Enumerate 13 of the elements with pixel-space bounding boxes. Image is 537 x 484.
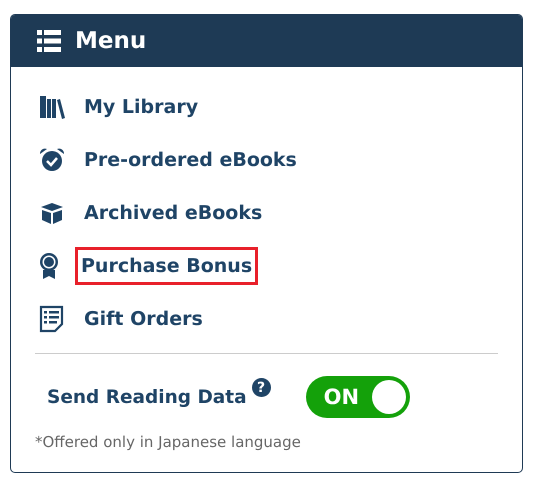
menu-title: Menu: [75, 28, 146, 54]
menu-item[interactable]: Pre-ordered eBooks: [78, 140, 303, 178]
menu-item[interactable]: Purchase Bonus: [75, 246, 258, 284]
help-icon[interactable]: ?: [252, 378, 271, 397]
menu-icon[interactable]: [37, 30, 61, 52]
document-list-icon: [39, 304, 65, 332]
setting-label: Send Reading Data: [47, 386, 247, 408]
menu-item[interactable]: My Library: [78, 88, 204, 126]
books-icon: [39, 94, 65, 120]
menu-item[interactable]: Gift Orders: [78, 300, 209, 338]
menu-item[interactable]: Archived eBooks: [78, 194, 268, 232]
footnote: *Offered only in Japanese language: [35, 432, 302, 451]
alarm-clock-icon: [39, 146, 65, 172]
